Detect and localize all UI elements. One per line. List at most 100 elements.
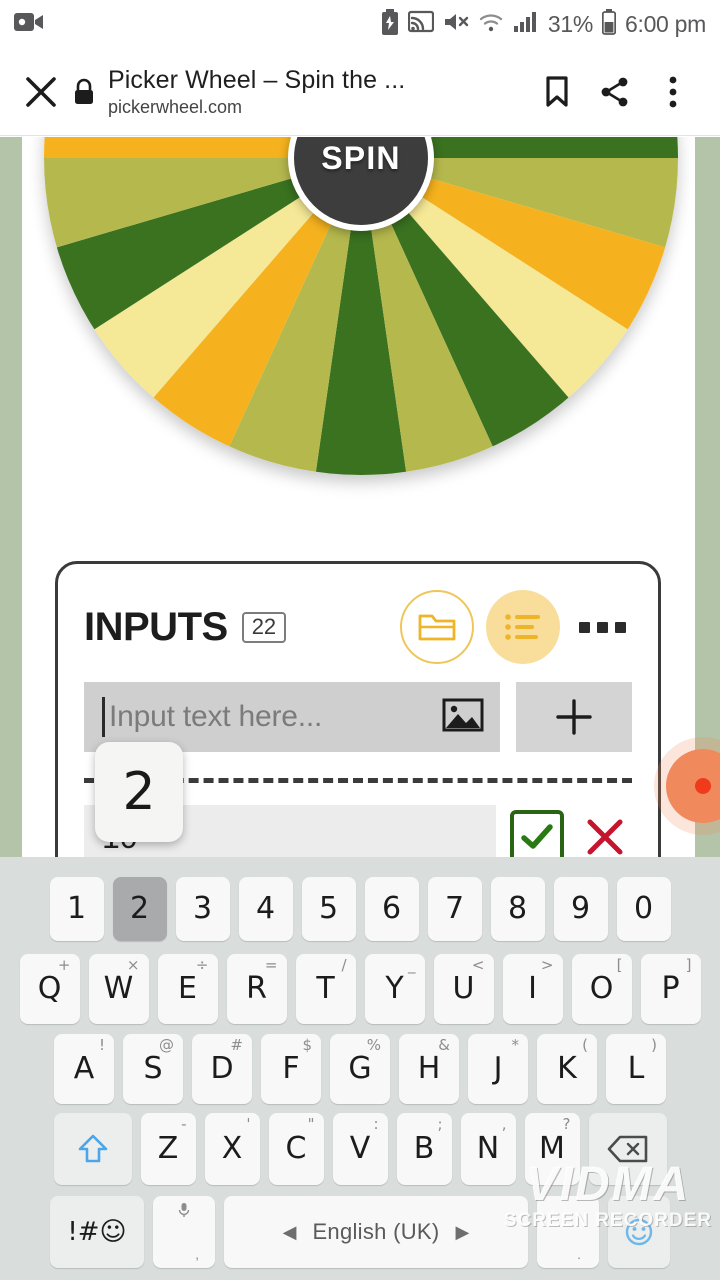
key-label: I bbox=[528, 971, 537, 1006]
spin-button-label: SPIN bbox=[321, 139, 401, 176]
key-0[interactable]: 0 bbox=[616, 877, 671, 941]
check-icon[interactable] bbox=[510, 810, 564, 857]
cross-icon[interactable] bbox=[578, 810, 632, 857]
key-alt-label: $ bbox=[302, 1036, 312, 1054]
key-1[interactable]: 1 bbox=[49, 877, 104, 941]
overflow-menu-icon[interactable] bbox=[644, 63, 702, 121]
key-label: F bbox=[282, 1051, 300, 1086]
key-label: S bbox=[143, 1051, 163, 1086]
close-icon[interactable] bbox=[18, 69, 64, 115]
text-caret bbox=[102, 697, 105, 737]
add-input-button[interactable] bbox=[516, 682, 632, 752]
key-r[interactable]: = R bbox=[226, 954, 287, 1024]
key-alt-label: - bbox=[181, 1115, 187, 1133]
key-alt-label: , bbox=[501, 1115, 507, 1133]
key-n[interactable]: ,N bbox=[460, 1113, 516, 1185]
page-title: Picker Wheel – Spin the ... bbox=[108, 65, 406, 94]
key-label: 5 bbox=[318, 891, 339, 926]
key-y[interactable]: _ Y bbox=[364, 954, 425, 1024]
shift-key[interactable] bbox=[53, 1113, 132, 1185]
key-label: H bbox=[417, 1051, 441, 1086]
keyboard-row-numbers: 1 2 3 4 5 6 7 8 9 0 bbox=[0, 871, 720, 947]
key-d[interactable]: # D bbox=[192, 1034, 252, 1104]
list-icon[interactable] bbox=[486, 590, 560, 664]
key-8[interactable]: 8 bbox=[490, 877, 545, 941]
key-label: 8 bbox=[507, 891, 528, 926]
key-g[interactable]: % G bbox=[330, 1034, 390, 1104]
key-6[interactable]: 6 bbox=[364, 877, 419, 941]
key-alt-label: ( bbox=[582, 1036, 588, 1054]
key-f[interactable]: $ F bbox=[261, 1034, 321, 1104]
key-alt-label: ? bbox=[562, 1115, 571, 1133]
key-7[interactable]: 7 bbox=[427, 877, 482, 941]
key-label: E bbox=[178, 971, 197, 1006]
cast-icon bbox=[407, 10, 434, 39]
emoji-key[interactable] bbox=[608, 1196, 670, 1268]
key-3[interactable]: 3 bbox=[175, 877, 230, 941]
key-z[interactable]: -Z bbox=[140, 1113, 196, 1185]
battery-saver-icon bbox=[381, 8, 399, 40]
symbols-key[interactable]: !#☺ bbox=[50, 1196, 144, 1268]
folder-icon[interactable] bbox=[400, 590, 474, 664]
key-c[interactable]: " C bbox=[268, 1113, 324, 1185]
key-press-popup: 2 bbox=[95, 742, 183, 842]
period-key[interactable]: . bbox=[537, 1196, 599, 1268]
bookmark-icon[interactable] bbox=[528, 63, 586, 121]
key-5[interactable]: 5 bbox=[301, 877, 356, 941]
prev-language-arrow[interactable]: ◀ bbox=[283, 1222, 297, 1243]
key-alt-label: [ bbox=[616, 956, 623, 974]
key-label: 4 bbox=[255, 891, 276, 926]
key-o[interactable]: [O bbox=[571, 954, 632, 1024]
key-9[interactable]: 9 bbox=[553, 877, 608, 941]
more-options-icon[interactable] bbox=[572, 597, 632, 657]
mute-icon bbox=[443, 10, 469, 39]
key-alt-label: ' bbox=[246, 1115, 251, 1133]
share-icon[interactable] bbox=[586, 63, 644, 121]
url-block[interactable]: Picker Wheel – Spin the ... pickerwheel.… bbox=[104, 66, 528, 118]
key-s[interactable]: @ S bbox=[123, 1034, 183, 1104]
key-i[interactable]: > I bbox=[502, 954, 563, 1024]
key-alt-label: " bbox=[307, 1115, 315, 1133]
key-p[interactable]: ] P bbox=[640, 954, 701, 1024]
key-alt-label: + bbox=[57, 956, 71, 974]
comma-key[interactable]: , bbox=[153, 1196, 215, 1268]
key-j[interactable]: * J bbox=[468, 1034, 528, 1104]
key-e[interactable]: ÷ E bbox=[157, 954, 218, 1024]
key-label: L bbox=[627, 1051, 645, 1086]
key-q[interactable]: + Q bbox=[19, 954, 80, 1024]
key-v[interactable]: :V bbox=[332, 1113, 388, 1185]
backspace-key[interactable] bbox=[588, 1113, 667, 1185]
key-label: 0 bbox=[633, 891, 654, 926]
key-h[interactable]: & H bbox=[399, 1034, 459, 1104]
key-t[interactable]: / T bbox=[295, 954, 356, 1024]
keyboard-row-zxcv: - Z ' X " C: V; B, N? M bbox=[0, 1111, 720, 1187]
more-dot bbox=[614, 621, 626, 633]
key-k[interactable]: (K bbox=[537, 1034, 597, 1104]
more-dot bbox=[596, 621, 608, 633]
key-2[interactable]: 2 bbox=[112, 877, 167, 941]
mic-icon bbox=[178, 1202, 190, 1221]
picker-wheel[interactable]: 12345678910111213141516171819202122 SPIN bbox=[44, 137, 678, 475]
key-label: W bbox=[103, 971, 134, 1006]
key-x[interactable]: ' X bbox=[204, 1113, 260, 1185]
key-alt-label: ÷ bbox=[195, 956, 209, 974]
key-label: Z bbox=[157, 1131, 179, 1166]
key-label: V bbox=[349, 1131, 371, 1166]
next-language-arrow[interactable]: ▶ bbox=[456, 1222, 470, 1243]
key-b[interactable]: ; B bbox=[396, 1113, 452, 1185]
input-placeholder-label: Input text here... bbox=[109, 700, 323, 733]
key-4[interactable]: 4 bbox=[238, 877, 293, 941]
space-key[interactable]: ◀ English (UK) ▶ bbox=[224, 1196, 528, 1268]
key-alt-label: @ bbox=[159, 1036, 174, 1054]
key-alt-label: * bbox=[511, 1036, 520, 1054]
key-w[interactable]: × W bbox=[88, 954, 149, 1024]
key-alt-label: ) bbox=[651, 1036, 657, 1054]
key-alt-label: × bbox=[126, 956, 140, 974]
key-label: K bbox=[557, 1051, 577, 1086]
key-l[interactable]: ) L bbox=[606, 1034, 666, 1104]
key-a[interactable]: ! A bbox=[54, 1034, 114, 1104]
status-bar: 31% 6:00 pm bbox=[0, 0, 720, 48]
image-icon[interactable] bbox=[442, 697, 484, 738]
key-u[interactable]: < U bbox=[433, 954, 494, 1024]
key-m[interactable]: ? M bbox=[524, 1113, 580, 1185]
